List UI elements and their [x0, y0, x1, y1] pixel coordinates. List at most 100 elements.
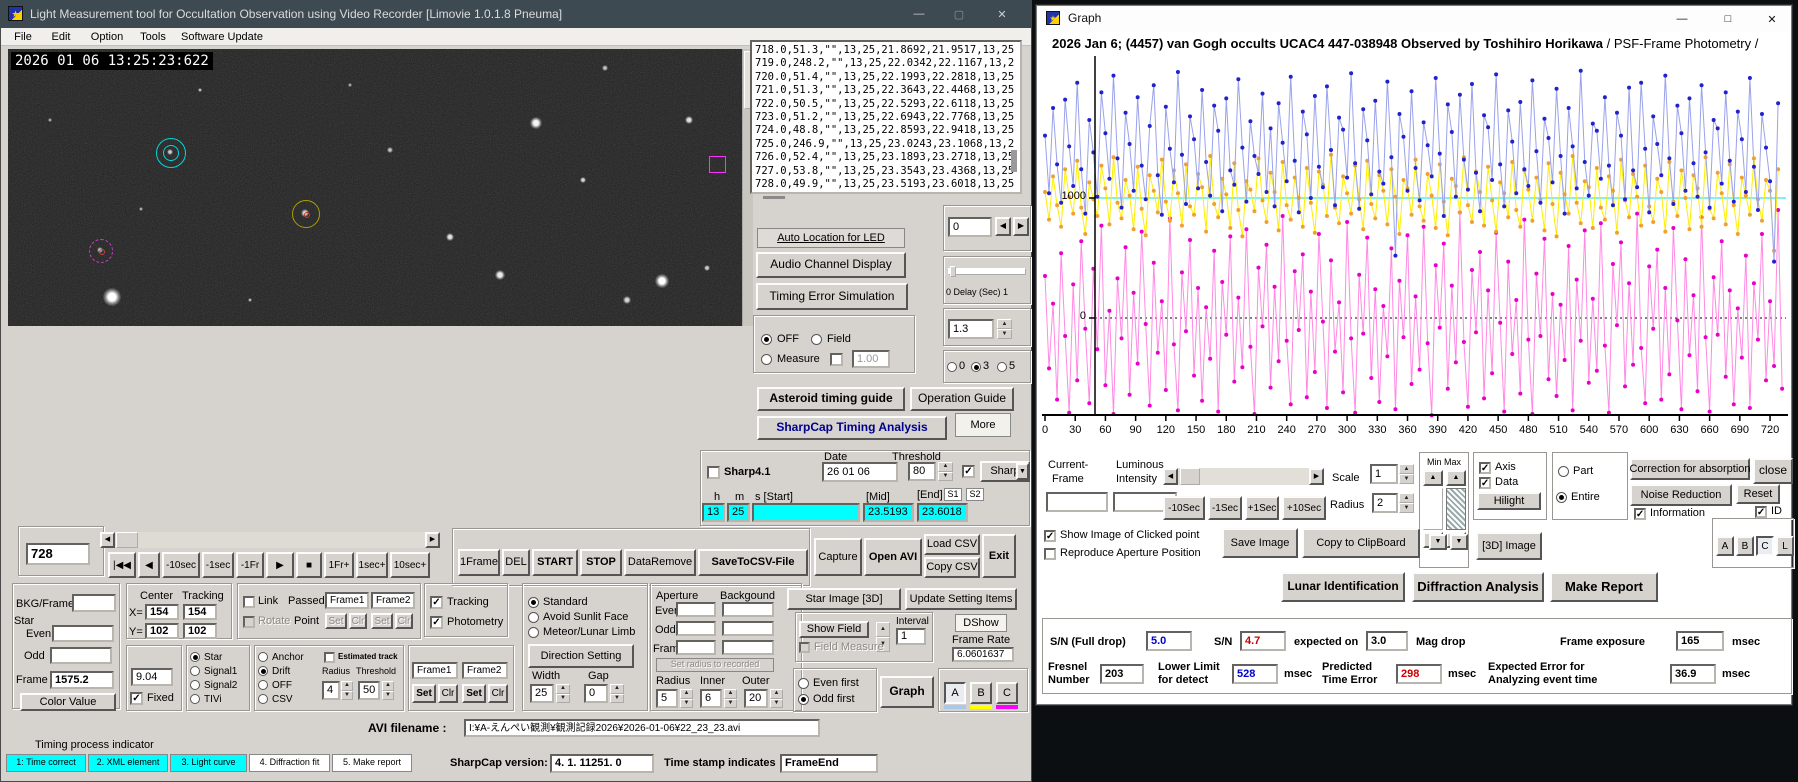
gap-spinner[interactable]: ▲ ▼: [610, 684, 624, 703]
odd-field[interactable]: [50, 647, 112, 664]
ymax-box[interactable]: [1446, 488, 1466, 530]
expected-error-field[interactable]: 36.9: [1670, 664, 1716, 684]
dashed-circle-marker[interactable]: [89, 239, 113, 263]
csv-row[interactable]: 726.0,52.4,"",13,25,23.1893,23.2718,13,2…: [755, 151, 1019, 164]
circle-marker[interactable]: [292, 200, 320, 228]
linked-frame1-box[interactable]: Frame1: [325, 592, 369, 609]
object-b-button[interactable]: B: [1736, 536, 1754, 556]
hscroll-right-icon[interactable]: ▶: [425, 532, 440, 548]
gw-current-frame-field[interactable]: [1046, 492, 1108, 512]
meas-del-button[interactable]: DEL: [502, 549, 530, 576]
estimated-track-checkbox[interactable]: [324, 652, 335, 663]
bkg-frame-field[interactable]: [72, 594, 116, 612]
st-threshold-field[interactable]: 50: [358, 681, 380, 700]
end-field[interactable]: 23.6018: [917, 503, 968, 522]
seek-10sec-button[interactable]: -10Sec: [1163, 496, 1205, 520]
passed-set2-button[interactable]: Set: [462, 684, 486, 703]
transport-5-button[interactable]: ▶: [266, 552, 294, 578]
csv-row[interactable]: 720.0,51.4,"",13,25,22.1993,22.2818,13,2…: [755, 71, 1019, 84]
graph-button[interactable]: Graph: [880, 676, 934, 708]
frame-exposure-field[interactable]: 165: [1676, 631, 1724, 651]
gw-scroll-thumb[interactable]: [1180, 468, 1200, 485]
show-field-button[interactable]: Show Field: [799, 621, 869, 638]
current-object-b-button[interactable]: B: [970, 682, 992, 704]
meas-start-button[interactable]: START: [532, 549, 578, 576]
bkg-meteor-radio[interactable]: [528, 627, 539, 638]
hscroll-left-icon[interactable]: ◀: [100, 532, 115, 548]
startrack-csv-radio[interactable]: [258, 694, 268, 704]
csv-row[interactable]: 718.0,51.3,"",13,25,21.8692,21.9517,13,2…: [755, 44, 1019, 57]
lower-limit-field[interactable]: 528: [1232, 664, 1278, 684]
hilight-button[interactable]: Hilight: [1477, 492, 1541, 510]
csv-row[interactable]: 721.0,51.3,"",13,25,22.3643,22.4468,13,2…: [755, 84, 1019, 97]
current-frame-field[interactable]: 728: [26, 543, 90, 565]
width-part-radio[interactable]: [1558, 466, 1569, 477]
csv-row[interactable]: 722.0,50.5,"",13,25,22.5293,22.6118,13,2…: [755, 98, 1019, 111]
avi-filename-field[interactable]: I:¥A-えんぺい観測¥観測記録2026¥2026-01-06¥22_23_23…: [464, 719, 820, 737]
fwhm-fixed-checkbox[interactable]: ✓: [130, 692, 143, 705]
odd-first-radio[interactable]: [798, 694, 809, 705]
ymin-box[interactable]: [1423, 488, 1443, 530]
link-checkbox[interactable]: [243, 596, 255, 608]
width-entire-radio[interactable]: [1556, 492, 1567, 503]
information-checkbox[interactable]: ✓: [1634, 508, 1646, 520]
frame-time-checkbox[interactable]: [707, 466, 720, 479]
pix-frame-b-field[interactable]: [722, 640, 774, 655]
st-threshold-spinner[interactable]: ▲ ▼: [382, 681, 394, 700]
linked-set2-button[interactable]: Set: [371, 613, 393, 629]
dshow-button[interactable]: DShow: [955, 614, 1007, 632]
frame-brightness-field[interactable]: 1575.2: [50, 671, 114, 689]
csv-row[interactable]: 723.0,51.2,"",13,25,22.6943,22.7768,13,2…: [755, 111, 1019, 124]
line-data-checkbox[interactable]: ✓: [1479, 477, 1491, 489]
gw-radius-spinner[interactable]: ▲ ▼: [1399, 493, 1414, 513]
seek-1sec-button[interactable]: +1Sec: [1245, 496, 1279, 520]
pix-frame-a-field[interactable]: [676, 640, 716, 655]
passed-frame2-field[interactable]: Frame2: [462, 662, 508, 679]
startrack-off-radio[interactable]: [258, 680, 268, 690]
timing-step-4-button[interactable]: 4. Diffraction fit: [249, 754, 330, 772]
close-icon[interactable]: ✕: [980, 0, 1024, 28]
timing-error-sim-button[interactable]: Timing Error Simulation: [756, 283, 908, 310]
direction-setting-button[interactable]: Direction Setting: [528, 644, 634, 668]
scale-field[interactable]: 1: [1370, 464, 1398, 484]
hscroll-thumb[interactable]: [116, 532, 138, 548]
capture-button[interactable]: Capture: [814, 538, 862, 576]
meas-dataremove-button[interactable]: DataRemove: [624, 549, 696, 576]
radius-field[interactable]: 5: [656, 689, 678, 708]
sharp-checkbox[interactable]: ✓: [962, 465, 975, 478]
ymin-up-icon[interactable]: ▲: [1423, 470, 1443, 486]
gamma-measure-radio[interactable]: [761, 354, 772, 365]
bkg-standard-radio[interactable]: [528, 597, 539, 608]
scale-spinner[interactable]: ▲ ▼: [1399, 464, 1414, 484]
minor-down1-icon[interactable]: ▼: [1429, 534, 1447, 550]
hscroll-track[interactable]: [115, 532, 425, 548]
gain-field[interactable]: 1.3: [948, 319, 994, 339]
pix-odd-b-field[interactable]: [722, 621, 774, 636]
csv-data-list[interactable]: 718.0,51.3,"",13,25,21.8692,21.9517,13,2…: [750, 40, 1022, 194]
operation-guide-button[interactable]: Operation Guide: [910, 387, 1014, 411]
transport-6-button[interactable]: ■: [296, 552, 322, 578]
correction-absorption-button[interactable]: Correction for absorption: [1629, 458, 1751, 480]
outer-spinner[interactable]: ▲ ▼: [770, 689, 783, 708]
pix-odd-a-field[interactable]: [676, 621, 716, 636]
sharpcap-analysis-button[interactable]: SharpCap Timing Analysis: [757, 416, 947, 440]
graph-close-icon[interactable]: ✕: [1752, 6, 1792, 32]
auto-led-button[interactable]: Auto Location for LED: [757, 228, 905, 248]
menu-item-file[interactable]: File: [8, 30, 38, 45]
minor-down2-icon[interactable]: ▼: [1450, 534, 1468, 550]
threshold-spinner[interactable]: ▲ ▼: [938, 462, 953, 481]
mid-field[interactable]: 23.5193: [863, 503, 914, 522]
close-button[interactable]: close: [1753, 458, 1793, 484]
linked-clr2-button[interactable]: Clr: [395, 613, 413, 629]
object-c-button[interactable]: C: [1756, 536, 1774, 556]
frame-rate-field[interactable]: 6.0601637: [952, 647, 1014, 662]
timing-step-5-button[interactable]: 5. Make report: [332, 754, 412, 772]
pix-even-a-field[interactable]: [676, 602, 716, 617]
gamma-off-radio[interactable]: [761, 334, 772, 345]
csv-row[interactable]: 719.0,248.2,"",13,25,22.0342,22.1167,13,…: [755, 57, 1019, 70]
passed-frame1-field[interactable]: Frame1: [412, 662, 458, 679]
transport-1-button[interactable]: ◀: [138, 552, 160, 578]
bkg-avoid-radio[interactable]: [528, 612, 539, 623]
linked-clr1-button[interactable]: Clr: [349, 613, 367, 629]
image-3d-button[interactable]: [3D] Image: [1476, 532, 1542, 560]
